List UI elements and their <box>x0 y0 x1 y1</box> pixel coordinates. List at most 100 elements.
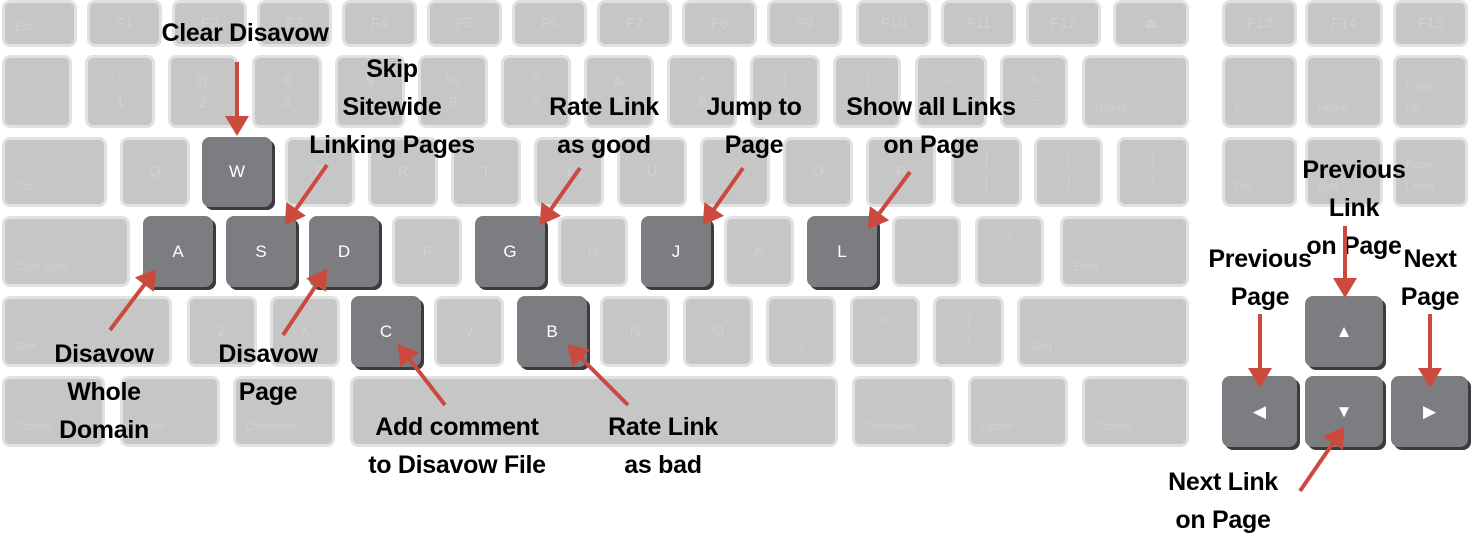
key-a[interactable]: A <box>143 216 213 287</box>
key-f12[interactable]: F12 <box>1026 0 1101 47</box>
key-label: F14 <box>1331 14 1357 32</box>
key-label: N <box>629 322 641 340</box>
key-f14[interactable]: F14 <box>1305 0 1383 47</box>
label-skip-sitewide: Skip Sitewide Linking Pages <box>309 55 475 159</box>
key-label: Page Down <box>1406 159 1435 193</box>
key-del[interactable]: Del <box>1222 137 1297 207</box>
key-label: @ 2 <box>195 71 211 111</box>
key-tilde[interactable]: ~ ` <box>2 55 72 128</box>
key-b[interactable]: B <box>517 296 587 367</box>
label-jump-to-page: Jump to Page <box>706 93 802 159</box>
key-f7[interactable]: F7 <box>597 0 672 47</box>
key-backslash[interactable]: | \ <box>1117 137 1189 207</box>
key-label: F15 <box>1417 14 1444 32</box>
key-f9[interactable]: F9 <box>767 0 842 47</box>
key-h[interactable]: H <box>558 216 628 287</box>
key-option-r[interactable]: Option <box>968 376 1068 447</box>
key-rbracket[interactable]: } ] <box>1034 137 1103 207</box>
key-2[interactable]: @ 2 <box>168 55 238 128</box>
key-control-r[interactable]: Control <box>1082 376 1189 447</box>
label-previous-page: Previous Page <box>1208 245 1312 311</box>
key-pageup[interactable]: Page Up <box>1393 55 1468 128</box>
label-next-link: Next Link on Page <box>1168 468 1278 534</box>
key-f[interactable]: F <box>392 216 462 287</box>
key-tab[interactable]: Tab <box>2 137 107 207</box>
label-add-comment: Add comment to Disavow File <box>368 413 546 479</box>
key-caps[interactable]: Caps Lock <box>2 216 130 287</box>
label-show-all-links: Show all Links on Page <box>846 93 1016 159</box>
key-label: V <box>463 322 474 340</box>
key-w[interactable]: W <box>202 137 272 207</box>
label-next-page: Next Page <box>1400 245 1460 311</box>
label-clear-disavow: Clear Disavow <box>161 19 329 47</box>
key-label: A <box>172 241 184 261</box>
key-label: F11 <box>966 14 991 32</box>
key-up[interactable]: ▲ <box>1305 296 1383 367</box>
key-eject[interactable]: ⏏ <box>1113 0 1189 47</box>
key-1[interactable]: ! 1 <box>85 55 155 128</box>
key-label: ~ ` <box>32 71 42 111</box>
key-f13[interactable]: F13 <box>1222 0 1297 47</box>
key-label: ? / <box>964 311 973 351</box>
key-f1[interactable]: F1 <box>87 0 162 47</box>
key-m[interactable]: M <box>683 296 753 367</box>
key-enter[interactable]: Enter <box>1060 216 1189 287</box>
key-q[interactable]: Q <box>120 137 190 207</box>
key-f5[interactable]: F5 <box>427 0 502 47</box>
key-esc[interactable]: Esc <box>2 0 77 47</box>
key-semicolon[interactable]: : ; <box>892 216 961 287</box>
key-label: F <box>422 242 432 260</box>
key-down[interactable]: ▼ <box>1305 376 1383 447</box>
key-home[interactable]: Home <box>1305 55 1383 128</box>
key-f6[interactable]: F6 <box>512 0 587 47</box>
key-period[interactable]: > . <box>850 296 920 367</box>
key-label: I <box>732 163 738 180</box>
key-f4[interactable]: F4 <box>342 0 417 47</box>
key-label: F10 <box>880 14 907 32</box>
key-g[interactable]: G <box>475 216 545 287</box>
key-f8[interactable]: F8 <box>682 0 757 47</box>
label-rate-good: Rate Link as good <box>549 93 659 159</box>
key-label: F6 <box>540 14 559 32</box>
key-n[interactable]: N <box>600 296 670 367</box>
key-f15[interactable]: F15 <box>1393 0 1468 47</box>
key-label: Option <box>981 421 1014 433</box>
key-label: F13 <box>1246 14 1273 32</box>
key-label: Tab <box>15 181 33 193</box>
key-slash[interactable]: ? / <box>933 296 1004 367</box>
key-label: L <box>837 241 847 261</box>
key-right[interactable]: ▶ <box>1391 376 1468 447</box>
key-label: F12 <box>1050 14 1077 32</box>
key-label: ▼ <box>1335 401 1353 421</box>
key-shift-r[interactable]: Shift <box>1017 296 1189 367</box>
key-label: U <box>646 163 658 180</box>
key-f11[interactable]: F11 <box>941 0 1016 47</box>
key-v[interactable]: V <box>434 296 504 367</box>
key-label: J <box>671 241 681 261</box>
key-label: D <box>337 241 351 261</box>
key-left[interactable]: ◀ <box>1222 376 1297 447</box>
key-comma[interactable]: < , <box>766 296 836 367</box>
key-l[interactable]: L <box>807 216 877 287</box>
key-label: S <box>255 241 267 261</box>
key-label: > . <box>880 311 890 351</box>
key-label: Y <box>563 163 574 180</box>
key-fn[interactable]: Fn <box>1222 55 1297 128</box>
key-d[interactable]: D <box>309 216 379 287</box>
key-label: Shift <box>1030 341 1053 353</box>
key-label: W <box>228 162 246 181</box>
key-label: B <box>546 321 558 341</box>
key-label: R <box>397 163 409 180</box>
key-f10[interactable]: F10 <box>856 0 931 47</box>
key-quote[interactable]: " ' <box>975 216 1044 287</box>
key-j[interactable]: J <box>641 216 711 287</box>
key-delete[interactable]: Delete <box>1082 55 1189 128</box>
key-label: Caps Lock <box>15 261 67 273</box>
key-label: O <box>812 163 824 180</box>
key-label: Home <box>1318 102 1348 114</box>
key-s[interactable]: S <box>226 216 296 287</box>
key-k[interactable]: K <box>724 216 794 287</box>
key-command-r[interactable]: Command <box>852 376 955 447</box>
key-label: K <box>753 242 764 260</box>
key-c[interactable]: C <box>351 296 421 367</box>
